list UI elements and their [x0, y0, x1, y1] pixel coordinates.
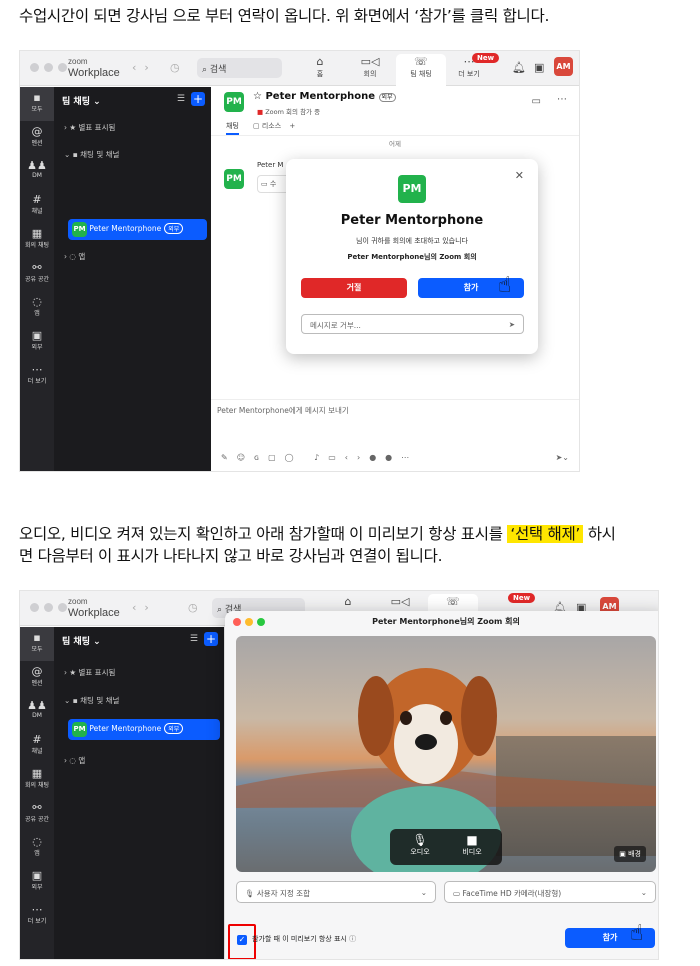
caption-2: 오디오, 비디오 켜져 있는지 확인하고 아래 참가할때 이 미리보기 항상 표… — [19, 525, 616, 543]
more-icon[interactable]: ⋯ — [557, 94, 567, 105]
screenshot-incoming-call: zoom Workplace ‹› ◷ ⌕ 검색 ⌂ 홈 ▭◁ 회의 ☏ 팀 채팅 ⋯ 더… — [19, 50, 580, 472]
tab-home[interactable]: ⌂ — [323, 594, 373, 609]
sidebar-item-starred[interactable]: › ★ 별표 표시됨 — [64, 122, 115, 133]
invite-dialog: ✕ PM Peter Mentorphone 님이 귀하를 회의에 초대하고 있… — [286, 159, 538, 354]
send-icon[interactable]: ➤ — [509, 320, 515, 329]
rail-meeting-chat[interactable]: ▦ 회의 채팅 — [20, 223, 54, 257]
rail-mentions[interactable]: @ 멘션 — [20, 121, 54, 155]
checkbox-label: 참가할 때 이 미리보기 항상 표시 ⓘ — [252, 935, 357, 943]
media-controls: 🎙︎ 오디오 ■ 비디오 — [390, 829, 502, 865]
preview-window: Peter Mentorphone님의 Zoom 회의 🎙︎ 오디오 ■ 비디오 ▣… — [225, 611, 658, 959]
sidebar-item-channels[interactable]: ⌄ ▪ 채팅 및 채널 — [64, 149, 119, 160]
chat-sidebar: 팀 채팅 ⌄ ☰ + › ★ 별표 표시됨 ⌄ ▪ 채팅 및 채널 PM Pet… — [54, 87, 211, 471]
rail-all[interactable]: ▪ 모두 — [20, 627, 54, 661]
screenshot-preview: zoom Workplace ‹› ◷ ⌕ 검색 ⌂ ▭◁ ☏ New 🔔︎ ▣ … — [19, 590, 659, 960]
nav-arrows[interactable]: ‹› — [132, 601, 157, 614]
sidebar-item-apps[interactable]: › ◌ 앱 — [64, 755, 85, 766]
sidebar-title[interactable]: 팀 채팅 ⌄ — [62, 94, 101, 107]
click-hand-icon: ☝︎ — [498, 273, 512, 298]
zoom-logo: zoom Workplace — [68, 57, 120, 79]
rail-all[interactable]: ▪ 모두 — [20, 87, 54, 121]
chat-sidebar: 팀 채팅 ⌄ ☰ + › ★ 별표 표시됨 ⌄ ▪ 채팅 및 채널 PM Pet… — [54, 627, 224, 959]
bell-icon[interactable]: 🔔︎ — [512, 61, 526, 74]
message-sender: Peter M — [257, 161, 284, 169]
mic-select[interactable]: 🎙︎ 사용자 지정 조합 ⌄ — [236, 881, 436, 903]
history-icon[interactable]: ◷ — [188, 601, 198, 614]
rail-dm[interactable]: ♟♟ DM — [20, 155, 54, 189]
left-rail: ▪ 모두 @ 멘션 ♟♟ DM # 채널 ▦ 회의 채팅 ⚯ 공유 공간 ◌ 앱 ▣ 외부 ⋯ 더… — [20, 87, 54, 471]
video-call-icon[interactable]: ▭ — [532, 96, 541, 107]
rail-meeting-chat[interactable]: ▦ 회의 채팅 — [20, 763, 54, 797]
title-bar: zoom Workplace ‹› ◷ ⌕ 검색 ⌂ 홈 ▭◁ 회의 ☏ 팀 채팅 ⋯ 더… — [20, 51, 579, 86]
invite-text: 님이 귀하를 회의에 초대하고 있습니다 — [356, 237, 468, 245]
rail-channels[interactable]: # 채널 — [20, 729, 54, 763]
search-input[interactable]: ⌕ 검색 — [197, 58, 282, 78]
rail-mentions[interactable]: @ 멘션 — [20, 661, 54, 695]
tab-meetings[interactable]: ▭◁ 회의 — [345, 54, 395, 79]
window-controls[interactable] — [30, 603, 67, 612]
rail-more[interactable]: ⋯ 더 보기 — [20, 359, 54, 393]
message-avatar: PM — [224, 169, 244, 189]
video-toggle[interactable]: ■ 비디오 — [452, 833, 492, 857]
meeting-name: Peter Mentorphone님의 Zoom 회의 — [347, 253, 477, 261]
filter-icon[interactable]: ☰ — [190, 634, 198, 644]
chat-title: ☆ Peter Mentorphone 외부 — [253, 91, 396, 102]
sidebar-title[interactable]: 팀 채팅 ⌄ — [62, 634, 101, 647]
sidebar-item-apps[interactable]: › ◌ 앱 — [64, 251, 85, 262]
close-icon[interactable]: ✕ — [515, 169, 524, 182]
background-button[interactable]: ▣ 배경 — [614, 846, 646, 862]
rail-dm[interactable]: ♟♟ DM — [20, 695, 54, 729]
tab-home[interactable]: ⌂ 홈 — [295, 54, 345, 79]
add-button[interactable]: + — [191, 92, 205, 106]
rail-external[interactable]: ▣ 외부 — [20, 325, 54, 359]
contact-avatar: PM — [224, 92, 244, 112]
rail-apps[interactable]: ◌ 앱 — [20, 831, 54, 865]
window-controls[interactable] — [30, 63, 67, 72]
sidebar-item-contact[interactable]: PM Peter Mentorphone 외부 — [68, 719, 220, 740]
compose-input[interactable]: Peter Mentorphone에게 메시지 보내기 — [217, 405, 349, 416]
compose-toolbar[interactable]: ✎☺ɢ▢◯ ♪▭‹›●●⋯ — [221, 453, 418, 462]
rail-apps[interactable]: ◌ 앱 — [20, 291, 54, 325]
video-preview: 🎙︎ 오디오 ■ 비디오 ▣ 배경 — [236, 636, 656, 872]
calendar-icon[interactable]: ▣ — [534, 61, 544, 74]
zoom-logo: zoom Workplace — [68, 597, 120, 619]
rail-shared-spaces[interactable]: ⚯ 공유 공간 — [20, 257, 54, 291]
caption-2-line2: 면 다음부터 이 표시가 나타나지 않고 바로 강사님과 연결이 됩니다. — [19, 547, 443, 565]
chat-status: ■ Zoom 회의 참가 중 — [257, 108, 321, 116]
sidebar-item-channels[interactable]: ⌄ ▪ 채팅 및 채널 — [64, 695, 119, 706]
rail-external[interactable]: ▣ 외부 — [20, 865, 54, 899]
tab-meetings[interactable]: ▭◁ — [375, 594, 425, 609]
tab-chat[interactable]: 채팅 — [226, 121, 239, 135]
sidebar-item-starred[interactable]: › ★ 별표 표시됨 — [64, 667, 115, 678]
tab-team-chat[interactable]: ☏ 팀 채팅 — [396, 54, 446, 86]
new-badge: New — [472, 53, 500, 63]
rail-channels[interactable]: # 채널 — [20, 189, 54, 223]
rail-shared-spaces[interactable]: ⚯ 공유 공간 — [20, 797, 54, 831]
chat-main: PM ☆ Peter Mentorphone 외부 ■ Zoom 회의 참가 중… — [211, 87, 579, 471]
send-icon[interactable]: ➤⌄ — [556, 453, 569, 462]
camera-select[interactable]: ▭ FaceTime HD 카메라(내장형) ⌄ — [444, 881, 656, 903]
add-button[interactable]: + — [204, 632, 218, 646]
caption-1: 수업시간이 되면 강사님 으로 부터 연락이 옵니다. 위 화면에서 ‘참가’를… — [19, 7, 550, 25]
click-hand-icon: ☝︎ — [630, 921, 644, 946]
history-icon[interactable]: ◷ — [170, 61, 180, 74]
caller-name: Peter Mentorphone — [340, 213, 484, 228]
left-rail: ▪ 모두 @ 멘션 ♟♟ DM # 채널 ▦ 회의 채팅 ⚯ 공유 공간 ◌ 앱 ▣ 외부 ⋯ 더… — [20, 627, 54, 959]
decline-message-input[interactable]: 메시지로 거부... ➤ — [301, 314, 524, 334]
caller-avatar: PM — [398, 175, 426, 203]
sidebar-item-contact[interactable]: PM Peter Mentorphone 외부 — [68, 219, 207, 240]
tab-resources[interactable]: ▢ 리소스 + — [253, 121, 295, 131]
date-divider: 어제 — [389, 140, 401, 148]
decline-button[interactable]: 거절 — [301, 278, 407, 298]
avatar[interactable]: AM — [554, 57, 573, 76]
preview-title: Peter Mentorphone님의 Zoom 회의 — [372, 617, 520, 626]
audio-toggle[interactable]: 🎙︎ 오디오 — [400, 833, 440, 857]
rail-more[interactable]: ⋯ 더 보기 — [20, 899, 54, 933]
nav-arrows[interactable]: ‹› — [132, 61, 157, 74]
new-badge: New — [508, 593, 536, 603]
filter-icon[interactable]: ☰ — [177, 94, 185, 104]
